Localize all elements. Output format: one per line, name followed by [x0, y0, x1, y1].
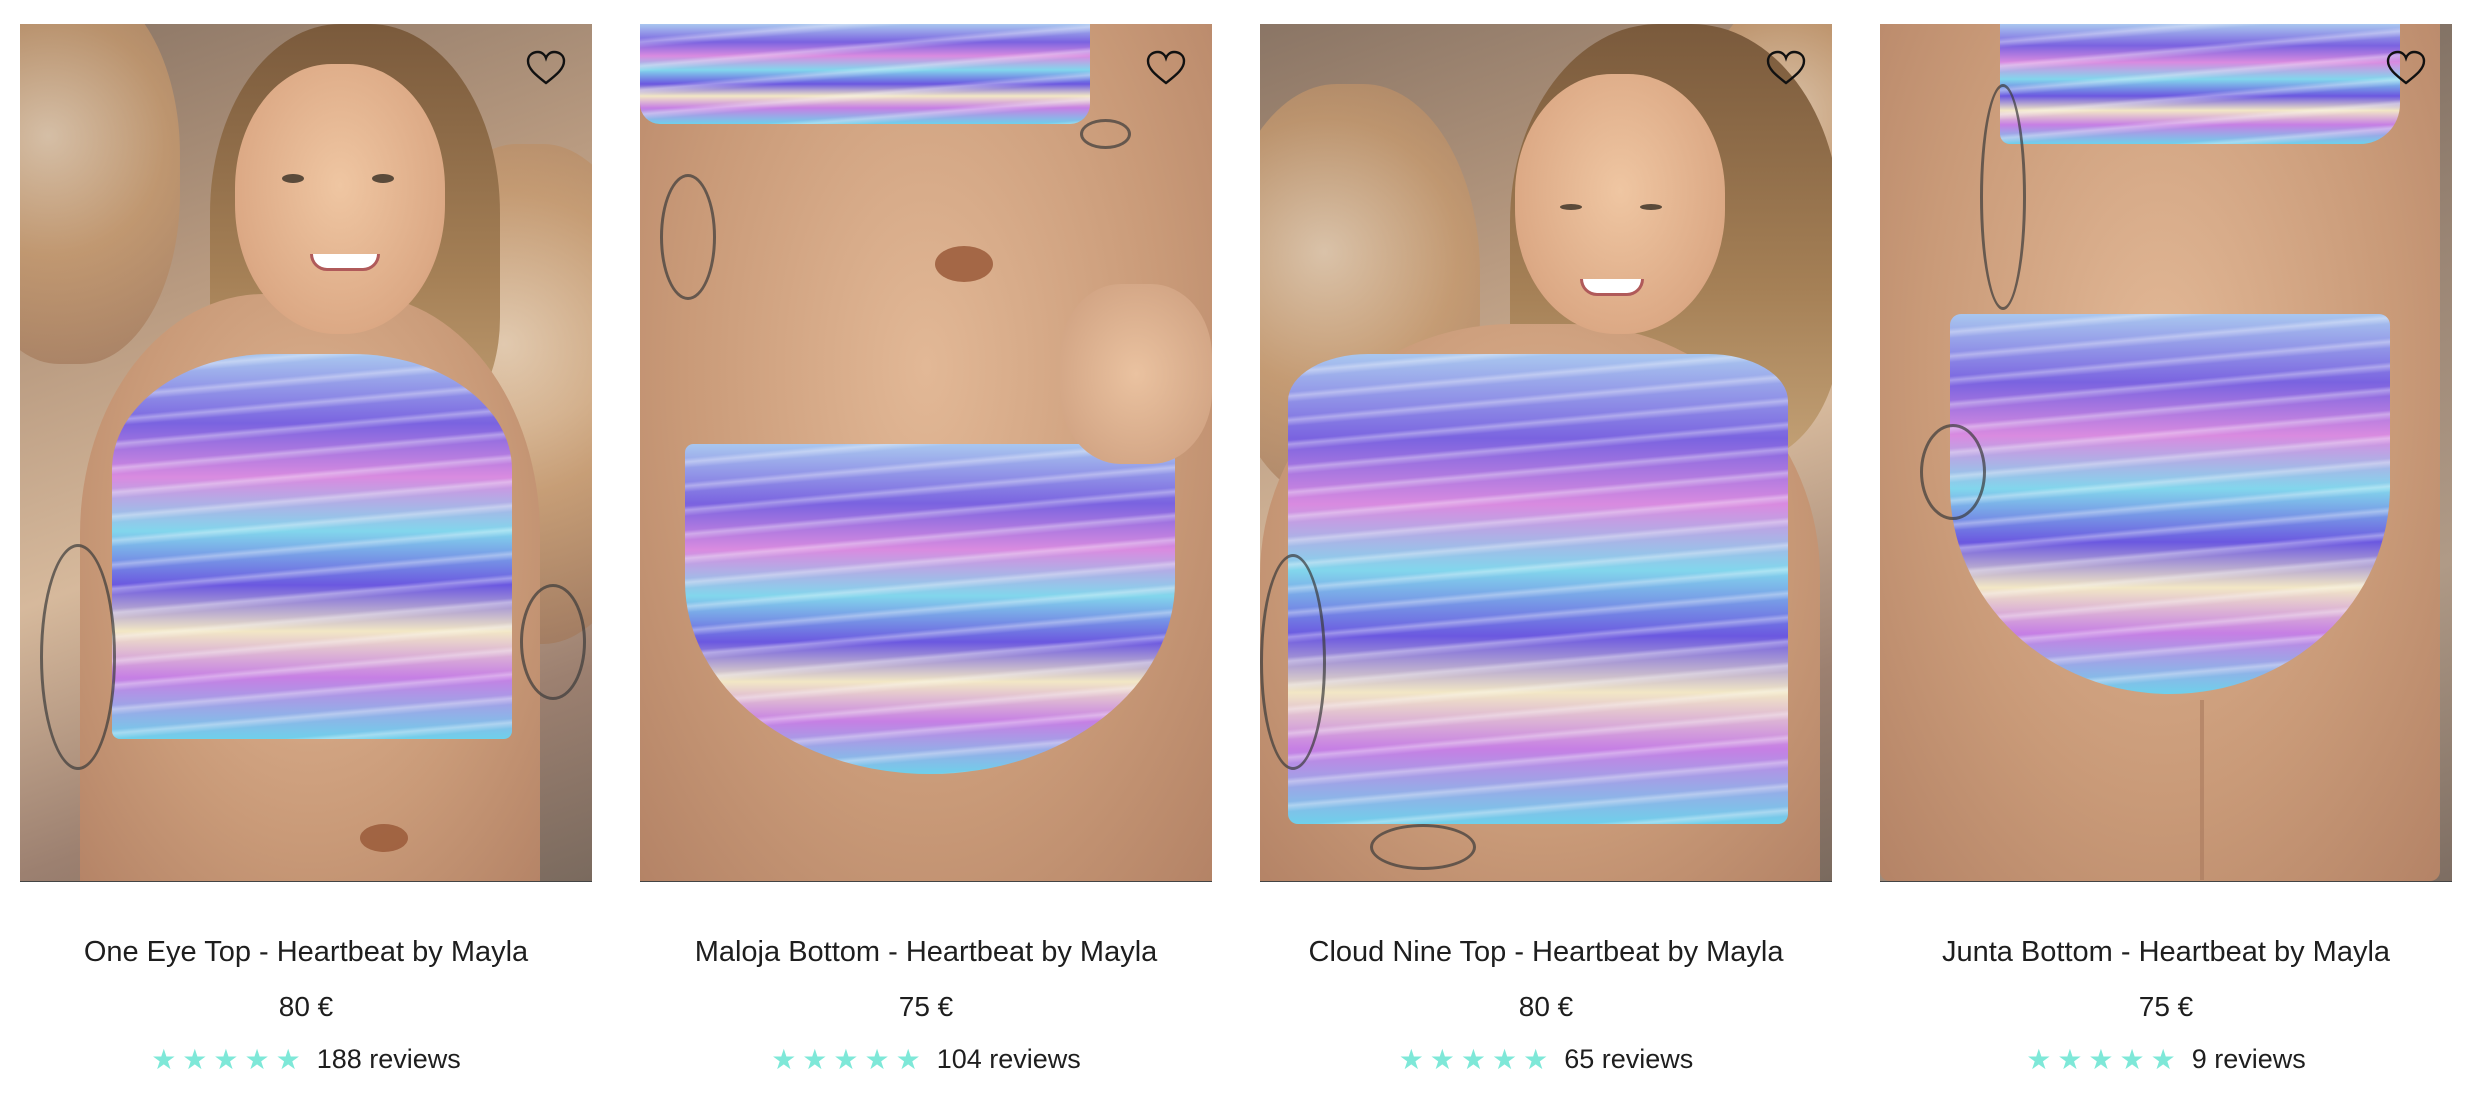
product-image[interactable]	[20, 24, 592, 882]
wishlist-heart-icon[interactable]	[1766, 50, 1806, 86]
wishlist-heart-icon[interactable]	[526, 50, 566, 86]
wishlist-heart-icon[interactable]	[1146, 50, 1186, 86]
product-title[interactable]: Maloja Bottom - Heartbeat by Mayla	[640, 934, 1212, 970]
product-title[interactable]: Junta Bottom - Heartbeat by Mayla	[1880, 934, 2452, 970]
star-rating: ★ ★ ★ ★ ★	[1398, 1042, 1549, 1076]
product-image[interactable]	[1260, 24, 1832, 882]
product-info: One Eye Top - Heartbeat by Mayla 80 € ★ …	[20, 882, 592, 1075]
star-icon: ★	[244, 1042, 270, 1076]
star-rating: ★ ★ ★ ★ ★	[151, 1042, 301, 1076]
wishlist-heart-icon[interactable]	[2386, 50, 2426, 86]
product-info: Junta Bottom - Heartbeat by Mayla 75 € ★…	[1880, 882, 2452, 1075]
star-icon: ★	[802, 1042, 828, 1076]
product-rating[interactable]: ★ ★ ★ ★ ★ 104 reviews	[640, 1044, 1212, 1075]
star-icon: ★	[2026, 1042, 2052, 1076]
product-card[interactable]: Cloud Nine Top - Heartbeat by Mayla 80 €…	[1260, 24, 1832, 1075]
product-rating[interactable]: ★ ★ ★ ★ ★ 188 reviews	[20, 1044, 592, 1075]
product-card[interactable]: One Eye Top - Heartbeat by Mayla 80 € ★ …	[20, 24, 592, 1075]
star-icon: ★	[1523, 1042, 1549, 1076]
product-title[interactable]: Cloud Nine Top - Heartbeat by Mayla	[1260, 934, 1832, 970]
star-icon: ★	[771, 1042, 797, 1076]
product-title[interactable]: One Eye Top - Heartbeat by Mayla	[20, 934, 592, 970]
product-info: Cloud Nine Top - Heartbeat by Mayla 80 €…	[1260, 882, 1832, 1075]
product-rating[interactable]: ★ ★ ★ ★ ★ 65 reviews	[1260, 1044, 1832, 1075]
star-icon: ★	[2150, 1042, 2176, 1076]
review-count[interactable]: 9 reviews	[2192, 1044, 2306, 1075]
product-image[interactable]	[640, 24, 1212, 882]
product-info: Maloja Bottom - Heartbeat by Mayla 75 € …	[640, 882, 1212, 1075]
product-price: 80 €	[1518, 991, 1574, 1022]
product-grid: One Eye Top - Heartbeat by Mayla 80 € ★ …	[0, 0, 2474, 1114]
star-icon: ★	[1398, 1042, 1424, 1076]
product-card[interactable]: Maloja Bottom - Heartbeat by Mayla 75 € …	[640, 24, 1212, 1075]
star-icon: ★	[182, 1042, 208, 1076]
product-image[interactable]	[1880, 24, 2452, 882]
star-icon: ★	[2119, 1042, 2145, 1076]
product-price: 75 €	[898, 991, 954, 1022]
product-rating[interactable]: ★ ★ ★ ★ ★ 9 reviews	[1880, 1044, 2452, 1075]
star-icon: ★	[864, 1042, 890, 1076]
product-price: 80 €	[278, 991, 334, 1022]
star-icon: ★	[151, 1042, 177, 1076]
review-count[interactable]: 65 reviews	[1564, 1044, 1693, 1075]
star-icon: ★	[1460, 1042, 1487, 1076]
star-rating: ★ ★ ★ ★ ★	[771, 1042, 921, 1076]
star-icon: ★	[1492, 1042, 1518, 1076]
star-icon: ★	[2088, 1042, 2114, 1076]
product-price: 75 €	[2138, 991, 2194, 1022]
star-icon: ★	[833, 1042, 859, 1076]
review-count[interactable]: 104 reviews	[937, 1044, 1081, 1075]
star-icon: ★	[213, 1042, 239, 1076]
product-card[interactable]: Junta Bottom - Heartbeat by Mayla 75 € ★…	[1880, 24, 2452, 1075]
review-count[interactable]: 188 reviews	[317, 1044, 461, 1075]
star-icon: ★	[1429, 1042, 1455, 1076]
star-rating: ★ ★ ★ ★ ★	[2026, 1042, 2176, 1076]
star-icon: ★	[895, 1042, 921, 1076]
star-icon: ★	[275, 1042, 301, 1076]
star-icon: ★	[2057, 1042, 2083, 1076]
